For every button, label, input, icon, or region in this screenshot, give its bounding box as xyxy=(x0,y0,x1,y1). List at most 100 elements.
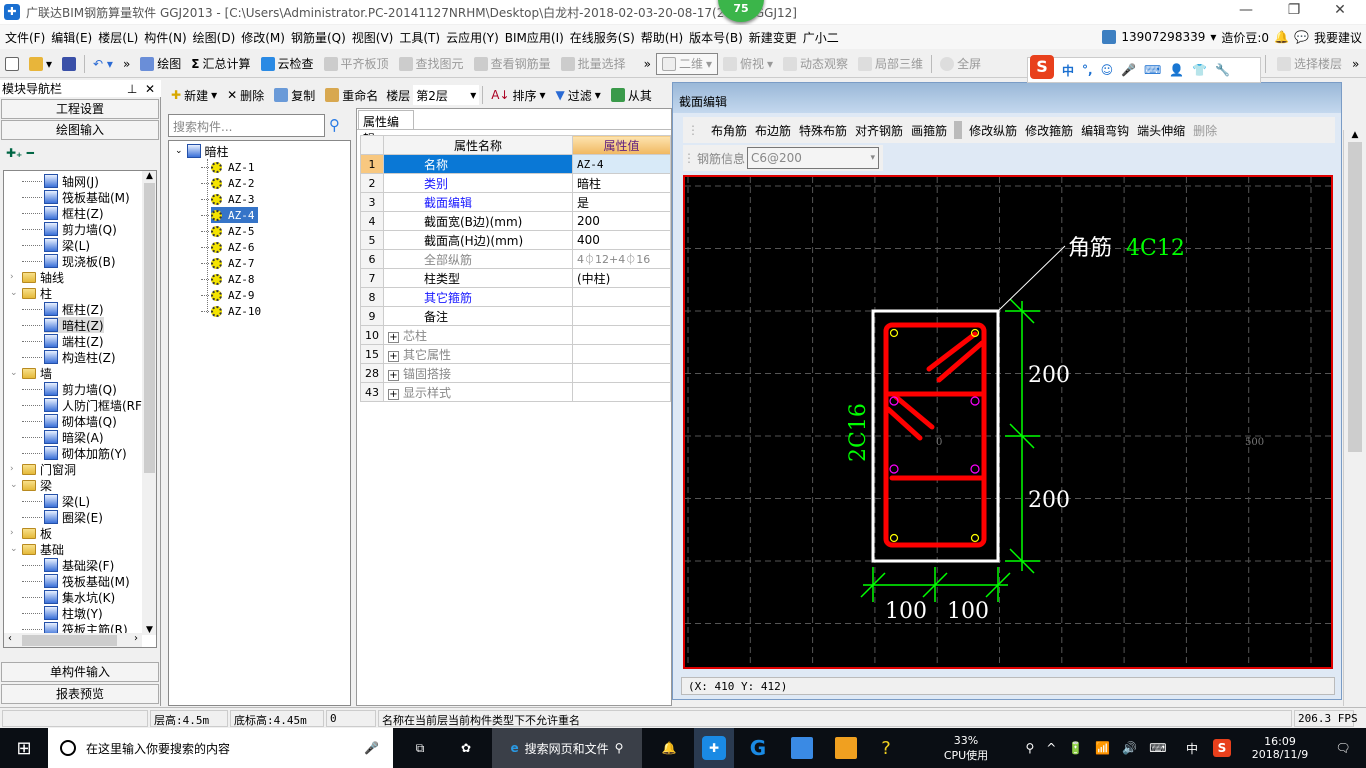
sogou-logo-icon[interactable]: S xyxy=(1030,55,1054,79)
draw-input-button[interactable]: 绘图输入 xyxy=(1,120,159,140)
cloud-check-button[interactable]: 云检查 xyxy=(256,55,319,72)
expand-icon[interactable]: + xyxy=(388,331,399,343)
chevron-down-icon[interactable]: ⌄ xyxy=(10,544,18,554)
app-icon[interactable]: G xyxy=(738,728,778,768)
view-mode-select[interactable]: 二维 ▾ xyxy=(655,52,718,75)
section-canvas[interactable]: 角筋 4C12 200 200 100 100 2C16 0 500 xyxy=(683,175,1333,669)
component-item[interactable]: AZ-1 xyxy=(201,159,258,175)
ime-indicator[interactable]: 中 xyxy=(1182,728,1202,768)
nav-tree-item[interactable]: 集水坑(K) xyxy=(22,589,115,605)
section-tool-button[interactable]: 修改纵筋 xyxy=(965,122,1021,139)
emoji-icon[interactable]: ☺ xyxy=(1101,63,1114,77)
taskbar-search-box[interactable]: 在这里输入你要搜索的内容 🎤 xyxy=(48,728,393,768)
nav-tree-item[interactable]: ⌄ 梁 xyxy=(10,477,52,493)
section-tool-button[interactable]: 特殊布筋 xyxy=(795,122,851,139)
property-value[interactable]: (中柱) xyxy=(572,268,671,288)
keyboard-icon[interactable]: ⌨ xyxy=(1144,63,1161,77)
component-item[interactable]: AZ-10 xyxy=(201,303,264,319)
project-settings-button[interactable]: 工程设置 xyxy=(1,99,159,119)
component-item[interactable]: AZ-4 xyxy=(201,207,258,223)
select-floor-button[interactable]: 选择楼层 xyxy=(1275,55,1344,72)
browser-search-box[interactable]: e 搜索网页和文件 ⚲ xyxy=(492,728,642,768)
tree-horizontal-scrollbar[interactable]: ‹ › xyxy=(4,633,142,647)
menu-item[interactable]: 视图(V) xyxy=(349,29,397,46)
section-tool-button[interactable]: 布边筋 xyxy=(751,122,795,139)
ime-lang-toggle[interactable]: 中 xyxy=(1062,62,1074,79)
feedback-link[interactable]: 我要建议 xyxy=(1314,29,1362,46)
property-value[interactable] xyxy=(572,344,671,364)
nav-tree-item[interactable]: 现浇板(B) xyxy=(22,253,116,269)
overflow-icon[interactable]: » xyxy=(118,57,135,71)
user-icon[interactable]: 👤 xyxy=(1169,63,1184,77)
dropdown-arrow-icon[interactable]: ▾ xyxy=(1210,30,1216,44)
nav-tree-item[interactable]: 端柱(Z) xyxy=(22,333,104,349)
wrench-icon[interactable]: 🔧 xyxy=(1215,63,1230,77)
menu-item[interactable]: 修改(M) xyxy=(238,29,288,46)
menu-item[interactable]: 工具(T) xyxy=(396,29,443,46)
nav-tree-item[interactable]: 圈梁(E) xyxy=(22,509,103,525)
property-row[interactable]: 3 截面编辑 是 xyxy=(360,192,671,212)
property-row[interactable]: 15 + 其它属性 xyxy=(360,344,671,364)
overflow-icon[interactable]: » xyxy=(639,57,656,71)
notifications-icon[interactable]: 🗨 xyxy=(1320,728,1366,768)
top-view-button[interactable]: 俯视 ▾ xyxy=(718,55,778,72)
property-row[interactable]: 8 其它箍筋 xyxy=(360,287,671,307)
menu-item[interactable]: 钢筋量(Q) xyxy=(288,29,349,46)
nav-tree-item[interactable]: 筏板基础(M) xyxy=(22,573,130,589)
account-phone[interactable]: 13907298339 xyxy=(1121,30,1205,44)
nav-tree-item[interactable]: 剪力墙(Q) xyxy=(22,221,117,237)
property-row[interactable]: 10 + 芯柱 xyxy=(360,325,671,345)
nav-tree-item[interactable]: 暗梁(A) xyxy=(22,429,104,445)
property-row[interactable]: 4 截面宽(B边)(mm) 200 xyxy=(360,211,671,231)
nav-tree-item[interactable]: 砌体加筋(Y) xyxy=(22,445,127,461)
chevron-right-icon[interactable]: › xyxy=(10,272,18,282)
property-row[interactable]: 9 备注 xyxy=(360,306,671,326)
nav-tree-item[interactable]: ⌄ 柱 xyxy=(10,285,52,301)
section-tool-button[interactable]: 删除 xyxy=(1189,122,1221,139)
tree-root-anzhu[interactable]: ⌄ 暗柱 xyxy=(175,143,229,159)
help-app-icon[interactable]: ? xyxy=(866,728,906,768)
property-row[interactable]: 6 全部纵筋 4⏀12+4⏀16 xyxy=(360,249,671,269)
property-value[interactable]: AZ-4 xyxy=(572,154,671,174)
draw-button[interactable]: 绘图 xyxy=(135,55,186,72)
property-row[interactable]: 43 + 显示样式 xyxy=(360,382,671,402)
close-button[interactable]: ✕ xyxy=(1320,2,1360,22)
property-row[interactable]: 5 截面高(H边)(mm) 400 xyxy=(360,230,671,250)
local-3d-button[interactable]: 局部三维 xyxy=(853,55,928,72)
ime-punct-toggle[interactable]: °, xyxy=(1082,63,1093,77)
property-value[interactable] xyxy=(572,382,671,402)
view-rebar-button[interactable]: 查看钢筋量 xyxy=(469,55,556,72)
summary-calc-button[interactable]: Σ 汇总计算 xyxy=(186,55,255,72)
nav-tree-item[interactable]: 暗柱(Z) xyxy=(22,317,104,333)
nav-tree-item[interactable]: ⌄ 墙 xyxy=(10,365,52,381)
nav-tree-item[interactable]: 构造柱(Z) xyxy=(22,349,116,365)
skin-icon[interactable]: 👕 xyxy=(1192,63,1207,77)
app-icon[interactable]: 🔔 xyxy=(650,728,688,768)
component-item[interactable]: AZ-2 xyxy=(201,175,258,191)
nav-tree-item[interactable]: 框柱(Z) xyxy=(22,205,104,221)
tree-vertical-scrollbar[interactable]: ▲ ▼ xyxy=(142,171,156,635)
app-icon[interactable] xyxy=(826,728,866,768)
component-search-input[interactable]: 搜索构件... xyxy=(168,114,325,137)
find-element-button[interactable]: 查找图元 xyxy=(394,55,469,72)
nav-tree-item[interactable]: › 轴线 xyxy=(10,269,64,285)
restore-button[interactable]: ❐ xyxy=(1274,2,1314,22)
menu-item[interactable]: 构件(N) xyxy=(141,29,189,46)
chevron-down-icon[interactable]: ⌄ xyxy=(10,480,18,490)
floor-select[interactable]: 第2层 ▾ xyxy=(413,85,480,105)
chevron-down-icon[interactable]: ⌄ xyxy=(10,288,18,298)
align-slab-top-button[interactable]: 平齐板顶 xyxy=(319,55,394,72)
component-item[interactable]: AZ-9 xyxy=(201,287,258,303)
property-value[interactable]: 4⏀12+4⏀16 xyxy=(572,249,671,269)
section-tool-button[interactable]: 对齐钢筋 xyxy=(851,122,907,139)
nav-tree-item[interactable]: 梁(L) xyxy=(22,237,90,253)
component-item[interactable]: AZ-3 xyxy=(201,191,258,207)
nav-tree-item[interactable]: 人防门框墙(RF xyxy=(22,397,142,413)
batch-select-button[interactable]: 批量选择 xyxy=(556,55,631,72)
menu-item[interactable]: 帮助(H) xyxy=(638,29,686,46)
app-icon[interactable]: ✿ xyxy=(446,728,486,768)
component-item[interactable]: AZ-8 xyxy=(201,271,258,287)
glodon-app-icon[interactable]: ✚ xyxy=(694,728,734,768)
chat-icon[interactable]: 💬 xyxy=(1294,30,1309,44)
property-value[interactable]: 400 xyxy=(572,230,671,250)
